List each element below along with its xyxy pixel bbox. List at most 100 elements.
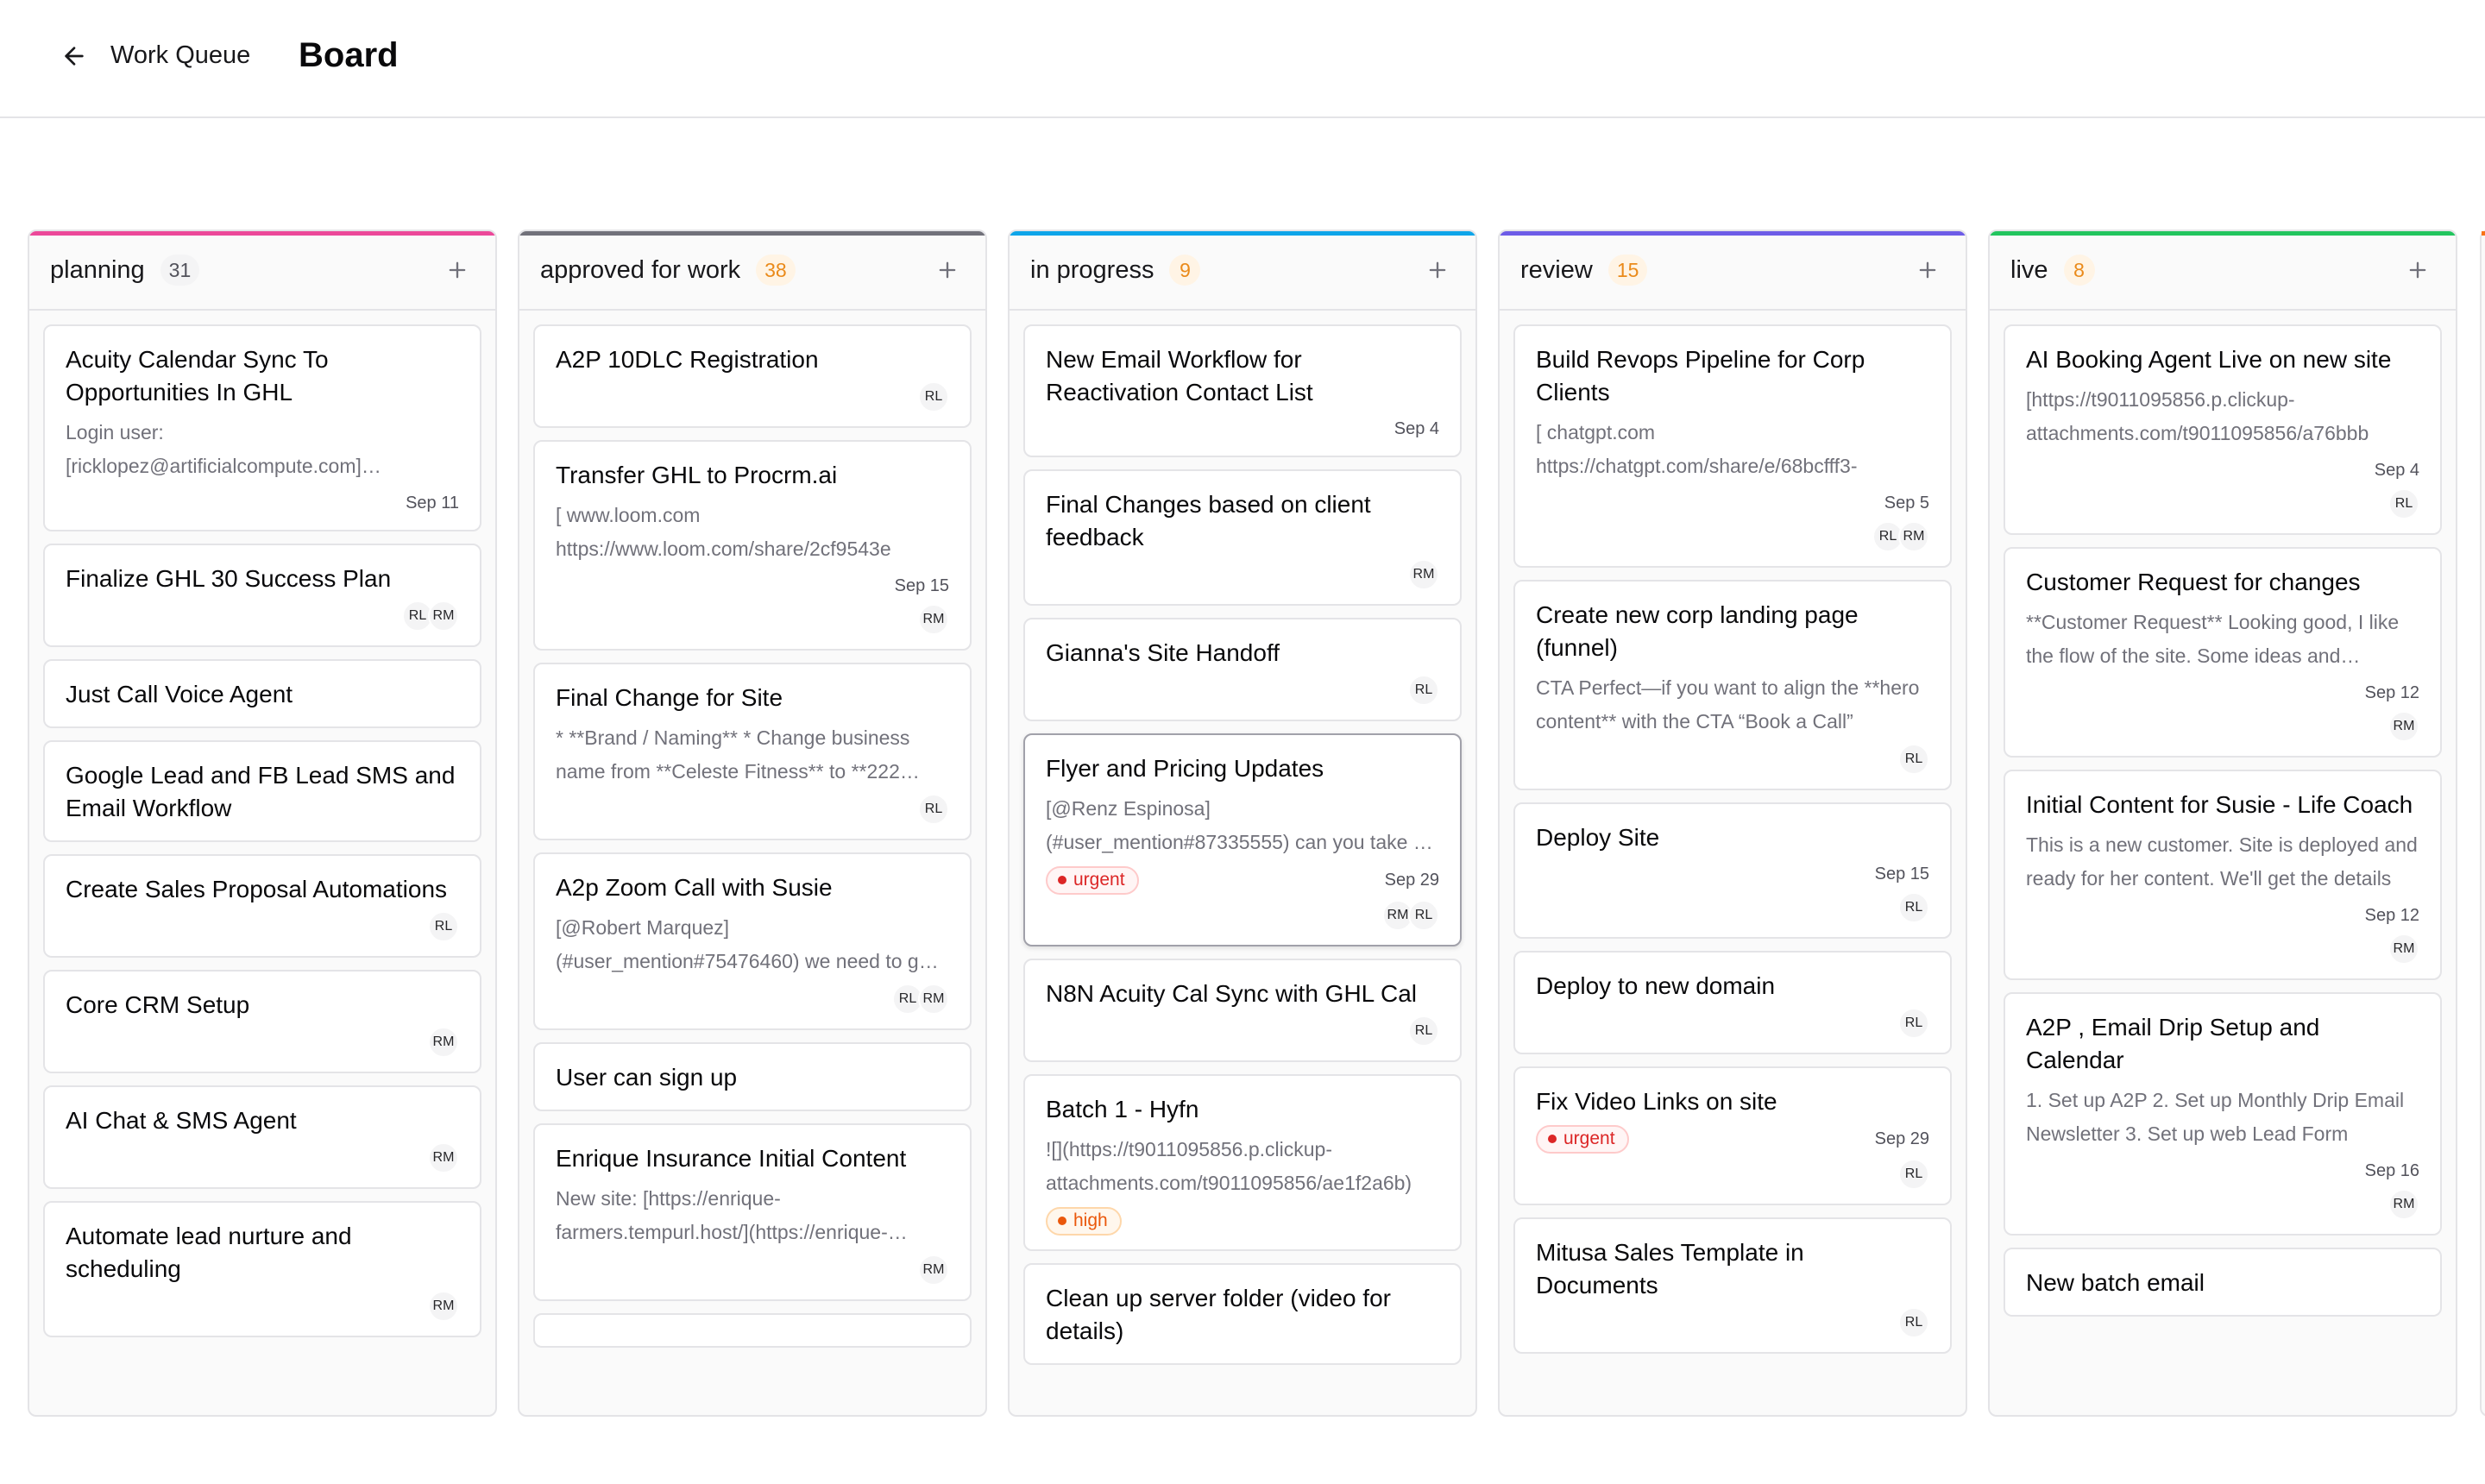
card-title: Gianna's Site Handoff — [1046, 639, 1280, 666]
add-card-button[interactable] — [1910, 253, 1945, 287]
task-card[interactable]: Deploy to new domain RL — [1513, 951, 1952, 1054]
task-card[interactable]: Fix Video Links on site urgent Sep 29 RL — [1513, 1066, 1952, 1205]
task-card[interactable]: Initial Content for Susie - Life Coach Th… — [2004, 770, 2442, 980]
avatar[interactable]: RM — [918, 984, 949, 1015]
avatar[interactable]: RM — [428, 1027, 459, 1058]
card-meta-row: urgent Sep 29 — [1046, 866, 1439, 895]
card-title: Mitusa Sales Template in Documents — [1536, 1239, 1804, 1298]
task-card[interactable]: Clean up server folder (video for detail… — [1023, 1263, 1462, 1365]
column-title: in progress — [1030, 255, 1154, 284]
avatar[interactable]: RL — [918, 794, 949, 825]
avatar[interactable]: RL — [1898, 1307, 1929, 1338]
assignee-avatars: RM RL — [1046, 900, 1439, 931]
avatar[interactable]: RL — [1898, 744, 1929, 775]
column-count-badge: 38 — [756, 255, 796, 286]
avatar[interactable]: RM — [2388, 711, 2419, 742]
task-card[interactable]: Gianna's Site Handoff RL — [1023, 618, 1462, 721]
avatar[interactable]: RM — [2388, 1189, 2419, 1220]
task-card[interactable]: A2P , Email Drip Setup and Calendar 1. Se… — [2004, 992, 2442, 1236]
due-date: Sep 15 — [1874, 864, 1929, 883]
card-title: Finalize GHL 30 Success Plan — [66, 565, 392, 592]
column-accent — [1990, 231, 2456, 236]
avatar[interactable]: RM — [428, 1142, 459, 1173]
avatar[interactable]: RL — [1408, 675, 1439, 706]
card-description: ![](https://t9011095856.p.clickup-attach… — [1046, 1138, 1412, 1194]
assignee-avatars: RL — [556, 794, 949, 825]
avatar[interactable]: RM — [2388, 934, 2419, 965]
task-card[interactable]: N8N Acuity Cal Sync with GHL Cal RL — [1023, 959, 1462, 1062]
plus-icon — [1919, 261, 1936, 279]
add-card-button[interactable] — [440, 253, 475, 287]
task-card[interactable]: Core CRM Setup RM — [43, 970, 481, 1073]
task-card[interactable]: AI Chat & SMS Agent RM — [43, 1085, 481, 1189]
avatar[interactable]: RL — [428, 911, 459, 942]
column-title: review — [1520, 255, 1593, 284]
card-title: AI Chat & SMS Agent — [66, 1107, 297, 1134]
task-card[interactable]: Batch 1 - Hyfn ![](https://t9011095856.p.… — [1023, 1074, 1462, 1251]
assignee-avatars: RM — [2026, 711, 2419, 742]
kanban-board: planning 31 Acuity Calendar Sync To Opport… — [28, 230, 2485, 1417]
add-card-button[interactable] — [930, 253, 965, 287]
assignee-avatars: RL RM — [1536, 521, 1929, 552]
task-card[interactable]: Enrique Insurance Initial Content New sit… — [533, 1123, 972, 1301]
avatar[interactable]: RL — [1408, 900, 1439, 931]
assignee-avatars: RM — [1046, 559, 1439, 590]
avatar[interactable]: RM — [918, 1254, 949, 1286]
task-card[interactable]: Final Change for Site * **Brand / Naming*… — [533, 663, 972, 840]
task-card[interactable]: User can sign up — [533, 1042, 972, 1111]
priority-label: high — [1073, 1210, 1108, 1230]
card-description: [https://t9011095856.p.clickup-attachmen… — [2026, 388, 2369, 444]
add-card-button[interactable] — [2400, 253, 2435, 287]
add-card-button[interactable] — [1420, 253, 1455, 287]
card-title: Initial Content for Susie - Life Coach — [2026, 791, 2413, 818]
task-card[interactable]: New batch email — [2004, 1248, 2442, 1317]
avatar[interactable]: RM — [428, 601, 459, 632]
card-meta-row: Sep 11 — [66, 490, 459, 516]
task-card[interactable]: Create Sales Proposal Automations RL — [43, 854, 481, 958]
task-card[interactable]: Mitusa Sales Template in Documents RL — [1513, 1217, 1952, 1354]
task-card[interactable]: Final Changes based on client feedback RM — [1023, 469, 1462, 606]
due-date: Sep 11 — [406, 493, 459, 512]
back-button[interactable]: Work Queue — [60, 41, 250, 70]
avatar[interactable]: RL — [1898, 892, 1929, 923]
task-card[interactable]: Deploy Site Sep 15 RL — [1513, 802, 1952, 939]
task-card[interactable]: Automate lead nurture and scheduling RM — [43, 1201, 481, 1337]
avatar[interactable]: RL — [2388, 488, 2419, 519]
task-card[interactable]: Google Lead and FB Lead SMS and Email Wo… — [43, 740, 481, 842]
card-title: Core CRM Setup — [66, 991, 250, 1018]
task-card[interactable]: Transfer GHL to Procrm.ai [ www.loom.com … — [533, 440, 972, 651]
avatar[interactable]: RM — [1408, 559, 1439, 590]
assignee-avatars: RL RM — [66, 601, 459, 632]
avatar[interactable]: RL — [1408, 1016, 1439, 1047]
task-card[interactable]: Create new corp landing page (funnel) CTA… — [1513, 580, 1952, 790]
assignee-avatars: RM — [66, 1027, 459, 1058]
task-card[interactable]: New Email Workflow for Reactivation Cont… — [1023, 324, 1462, 457]
avatar[interactable]: RL — [1898, 1008, 1929, 1039]
avatar[interactable]: RM — [1898, 521, 1929, 552]
column-count-badge: 31 — [160, 255, 200, 286]
task-card[interactable]: A2P 10DLC Registration RL — [533, 324, 972, 428]
task-card[interactable]: Flyer and Pricing Updates [@Renz Espinosa… — [1023, 733, 1462, 946]
task-card[interactable] — [533, 1313, 972, 1348]
task-card[interactable]: Just Call Voice Agent — [43, 659, 481, 728]
avatar[interactable]: RL — [918, 381, 949, 412]
card-title: Just Call Voice Agent — [66, 681, 293, 707]
column-accent — [1010, 231, 1475, 236]
assignee-avatars: RM — [2026, 934, 2419, 965]
priority-label: urgent — [1073, 870, 1125, 890]
column-accent — [1500, 231, 1966, 236]
avatar[interactable]: RM — [918, 604, 949, 635]
task-card[interactable]: Finalize GHL 30 Success Plan RL RM — [43, 544, 481, 647]
task-card[interactable]: Acuity Calendar Sync To Opportunities In… — [43, 324, 481, 531]
card-title: AI Booking Agent Live on new site — [2026, 346, 2392, 373]
task-card[interactable]: A2p Zoom Call with Susie [@Robert Marquez… — [533, 852, 972, 1030]
task-card[interactable]: Customer Request for changes **Customer R… — [2004, 547, 2442, 758]
assignee-avatars: RL — [66, 911, 459, 942]
board-column-live: live 8 AI Booking Agent Live on new site [h… — [1988, 230, 2457, 1417]
priority-label: urgent — [1563, 1129, 1615, 1148]
task-card[interactable]: AI Booking Agent Live on new site [https:… — [2004, 324, 2442, 535]
assignee-avatars: RL — [1536, 1307, 1929, 1338]
avatar[interactable]: RL — [1898, 1159, 1929, 1190]
task-card[interactable]: Build Revops Pipeline for Corp Clients [ … — [1513, 324, 1952, 568]
avatar[interactable]: RM — [428, 1291, 459, 1322]
